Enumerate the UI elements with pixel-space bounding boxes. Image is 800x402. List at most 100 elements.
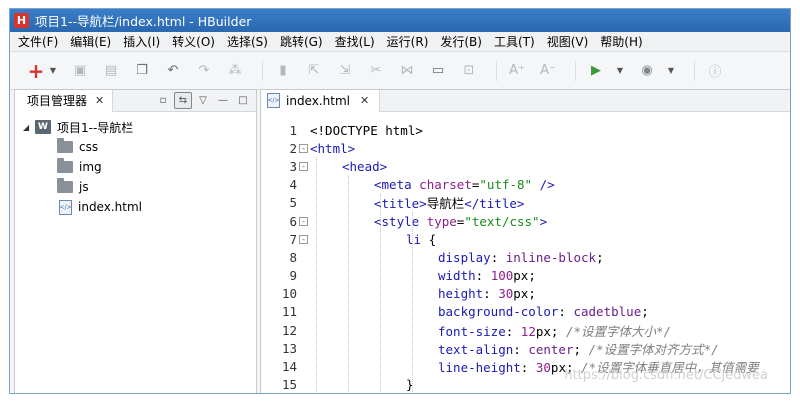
toolbar-separator: [575, 60, 576, 81]
code-line[interactable]: 6- <style type="text/css">: [261, 212, 790, 230]
undo-icon[interactable]: ↶: [161, 59, 185, 83]
code-text: }: [406, 377, 414, 393]
code-line[interactable]: 1 <!DOCTYPE html>: [261, 121, 790, 139]
code-text: display: inline-block;: [438, 249, 604, 265]
save-icon[interactable]: ▣: [68, 59, 92, 83]
line-number: 1: [289, 122, 297, 138]
indent-guide: [316, 157, 317, 393]
menu-help[interactable]: 帮助(H): [596, 33, 650, 50]
view-menu-chevron-icon[interactable]: ▽: [194, 92, 212, 109]
code-text: width: 100px;: [438, 268, 536, 284]
code-line[interactable]: 5 <title>导航栏</title>: [261, 194, 790, 212]
fold-toggle-icon[interactable]: -: [299, 143, 308, 153]
tree-item-label: 项目1--导航栏: [57, 120, 134, 135]
tree-item-label: img: [79, 160, 102, 174]
code-line[interactable]: 9 width: 100px;: [261, 267, 790, 285]
font-decrease-icon[interactable]: A⁻: [536, 59, 560, 83]
code-line[interactable]: 8 display: inline-block;: [261, 248, 790, 266]
line-number: 12: [281, 322, 297, 338]
menu-edit[interactable]: 编辑(E): [66, 33, 119, 50]
save-all-icon[interactable]: ▤: [99, 59, 123, 83]
code-text: <html>: [310, 140, 356, 156]
font-increase-icon[interactable]: A⁺: [505, 59, 529, 83]
tab-index-html[interactable]: </> index.html ✕: [261, 90, 381, 112]
run-icon[interactable]: ▶: [584, 59, 608, 83]
code-line[interactable]: 11 background-color: cadetblue;: [261, 303, 790, 321]
fold-toggle-icon[interactable]: -: [299, 161, 308, 171]
code-line[interactable]: 3- <head>: [261, 157, 790, 175]
code-line[interactable]: 13 text-align: center; /*设置字体对齐方式*/: [261, 339, 790, 357]
comment-icon[interactable]: ▭: [426, 59, 450, 83]
run-dropdown-chevron-icon[interactable]: ▼: [615, 59, 625, 83]
ide-window: H 项目1--导航栏/index.html - HBuilder 文件(F) 编…: [9, 8, 791, 394]
fold-toggle-icon[interactable]: -: [299, 216, 308, 226]
folder-icon: [57, 158, 73, 173]
format-icon[interactable]: ⁂: [223, 59, 247, 83]
menu-find[interactable]: 查找(L): [331, 33, 383, 50]
bookmark-icon[interactable]: ▮: [271, 59, 295, 83]
browser-icon[interactable]: ⊡: [457, 59, 481, 83]
new-dropdown-chevron-icon[interactable]: ▼: [48, 59, 58, 83]
collapse-all-icon[interactable]: ▫: [154, 92, 172, 109]
redo-icon[interactable]: ↷: [192, 59, 216, 83]
line-number: 10: [281, 286, 297, 302]
minimize-icon[interactable]: —: [214, 92, 232, 109]
tree-item-img[interactable]: img: [15, 157, 256, 177]
code-area[interactable]: 1 <!DOCTYPE html> 2- <html> 3- <head> 4 <meta c…: [261, 121, 790, 393]
tree-item-project[interactable]: ◢ W 项目1--导航栏: [15, 117, 256, 137]
code-line[interactable]: 4 <meta charset="utf-8" />: [261, 176, 790, 194]
tree-item-index-html[interactable]: </> index.html: [15, 197, 256, 217]
merge-icon[interactable]: ⋈: [395, 59, 419, 83]
expand-arrow-icon[interactable]: ◢: [23, 123, 35, 132]
line-number: 2: [289, 140, 297, 156]
web-project-icon: W: [35, 120, 51, 134]
code-text: li {: [406, 231, 437, 247]
menu-goto[interactable]: 跳转(G): [276, 33, 331, 50]
cut-icon[interactable]: ✂: [364, 59, 388, 83]
code-line[interactable]: 7- li {: [261, 230, 790, 248]
tree-item-css[interactable]: css: [15, 137, 256, 157]
code-text: <!DOCTYPE html>: [310, 122, 423, 138]
tree-item-js[interactable]: js: [15, 177, 256, 197]
close-icon[interactable]: ✕: [95, 94, 104, 107]
clipboard-icon[interactable]: ❐: [130, 59, 154, 83]
html-file-icon: </>: [59, 199, 72, 215]
menu-run[interactable]: 运行(R): [383, 33, 437, 50]
menu-publish[interactable]: 发行(B): [436, 33, 490, 50]
maximize-icon[interactable]: □: [234, 92, 252, 109]
menu-insert[interactable]: 插入(I): [119, 33, 168, 50]
folder-icon: [57, 178, 73, 193]
project-panel-header: 项目管理器 ✕ ▫ ⇆ ▽ — □: [15, 89, 256, 112]
info-icon[interactable]: ⓘ: [703, 59, 727, 83]
menu-tools[interactable]: 工具(T): [490, 33, 543, 50]
menu-escape[interactable]: 转义(O): [168, 33, 223, 50]
line-number: 13: [281, 340, 297, 356]
menu-view[interactable]: 视图(V): [543, 33, 597, 50]
menu-select[interactable]: 选择(S): [223, 33, 276, 50]
indent-guide: [348, 175, 349, 393]
indent-guide: [380, 193, 381, 393]
new-icon[interactable]: +: [24, 59, 48, 83]
tab-project-manager[interactable]: 项目管理器 ✕: [15, 89, 114, 112]
menu-file[interactable]: 文件(F): [14, 33, 66, 50]
link-editor-icon[interactable]: ⇆: [174, 92, 192, 109]
code-text: <style type="text/css">: [374, 213, 548, 229]
code-text: <meta charset="utf-8" />: [374, 177, 555, 193]
export-icon[interactable]: ⇱: [302, 59, 326, 83]
code-text: text-align: center; /*设置字体对齐方式*/: [438, 341, 719, 357]
fold-toggle-icon[interactable]: -: [299, 234, 308, 244]
folder-icon: [57, 138, 73, 153]
code-text: font-size: 12px; /*设置字体大小*/: [438, 323, 672, 339]
code-line[interactable]: 12 font-size: 12px; /*设置字体大小*/: [261, 321, 790, 339]
settings-dropdown-chevron-icon[interactable]: ▼: [666, 59, 676, 83]
toolbar-separator: [694, 60, 695, 81]
code-line[interactable]: 10 height: 30px;: [261, 285, 790, 303]
code-line[interactable]: 2- <html>: [261, 139, 790, 157]
close-icon[interactable]: ✕: [360, 94, 369, 107]
import-icon[interactable]: ⇲: [333, 59, 357, 83]
settings-icon[interactable]: ◉: [635, 59, 659, 83]
